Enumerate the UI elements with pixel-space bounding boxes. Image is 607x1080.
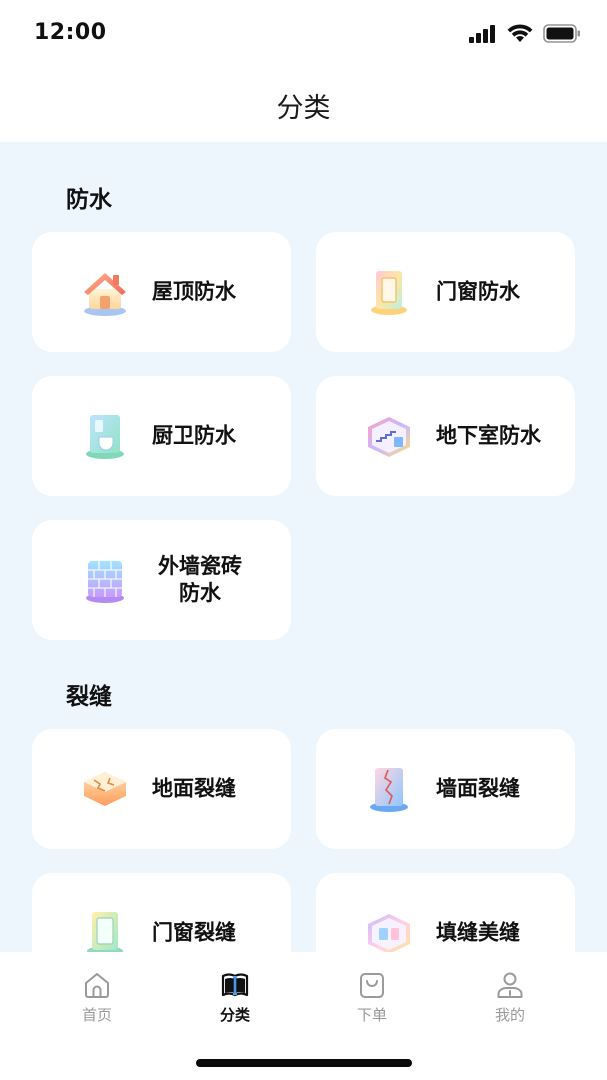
home-indicator[interactable] <box>196 1059 412 1067</box>
section-title-crack: 裂缝 <box>66 684 112 710</box>
category-label: 填缝美缝 <box>436 920 520 945</box>
category-card-door-window-crack[interactable]: 门窗裂缝 <box>32 873 291 952</box>
category-label: 厨卫防水 <box>152 423 236 448</box>
category-content[interactable]: 防水 屋顶防水 门窗防水 厨卫防水 地下室防水 外墙瓷砖 防水 裂缝 地面裂缝 … <box>0 142 607 952</box>
header: 分类 <box>0 68 607 142</box>
tab-label: 下单 <box>356 1006 387 1024</box>
tab-category[interactable]: 分类 <box>180 970 290 1030</box>
tile-wall-icon <box>86 561 124 603</box>
floor-crack-icon <box>84 772 126 806</box>
tab-order[interactable]: 下单 <box>317 970 427 1030</box>
category-card-door-window-waterproof[interactable]: 门窗防水 <box>316 232 575 352</box>
status-time: 12:00 <box>34 20 107 45</box>
basement-icon <box>368 417 410 457</box>
category-label: 门窗防水 <box>436 279 520 304</box>
status-icons <box>469 24 581 43</box>
screen: 12:00 分类 防水 屋顶防水 门窗防水 厨卫防水 地下室防水 外墙瓷砖 防水… <box>0 0 607 1080</box>
shopping-bag-icon <box>360 973 384 998</box>
door-window-crack-icon <box>87 912 123 952</box>
house-roof-icon <box>84 273 126 316</box>
category-card-exterior-tile-waterproof[interactable]: 外墙瓷砖 防水 <box>32 520 291 640</box>
category-label: 墙面裂缝 <box>436 776 520 801</box>
category-label: 门窗裂缝 <box>152 920 236 945</box>
category-card-kitchen-bath-waterproof[interactable]: 厨卫防水 <box>32 376 291 496</box>
user-icon <box>497 972 523 998</box>
tab-label: 首页 <box>81 1006 112 1024</box>
book-icon <box>221 973 249 997</box>
category-label: 地面裂缝 <box>152 776 236 801</box>
door-window-icon <box>371 271 407 315</box>
category-card-grout-seam[interactable]: 填缝美缝 <box>316 873 575 952</box>
category-label: 外墙瓷砖 防水 <box>152 553 248 607</box>
tab-mine[interactable]: 我的 <box>455 970 565 1030</box>
category-card-roof-waterproof[interactable]: 屋顶防水 <box>32 232 291 352</box>
category-label-line2: 防水 <box>179 581 221 605</box>
status-bar: 12:00 <box>0 0 607 68</box>
category-card-wall-crack[interactable]: 墙面裂缝 <box>316 729 575 849</box>
bathroom-icon <box>86 415 124 459</box>
battery-icon <box>543 24 580 43</box>
category-label: 地下室防水 <box>436 423 541 448</box>
section-title-waterproof: 防水 <box>66 187 112 213</box>
tab-home[interactable]: 首页 <box>42 970 152 1030</box>
grout-seam-icon <box>368 914 410 952</box>
wall-crack-icon <box>370 768 408 812</box>
home-icon <box>85 973 109 998</box>
tab-label: 分类 <box>219 1006 250 1024</box>
wifi-icon <box>507 24 533 42</box>
tab-label: 我的 <box>494 1006 525 1024</box>
signal-icon <box>469 24 495 43</box>
category-card-basement-waterproof[interactable]: 地下室防水 <box>316 376 575 496</box>
category-label-line1: 外墙瓷砖 <box>158 554 242 578</box>
category-label: 屋顶防水 <box>152 279 236 304</box>
category-card-floor-crack[interactable]: 地面裂缝 <box>32 729 291 849</box>
page-title: 分类 <box>276 92 331 124</box>
